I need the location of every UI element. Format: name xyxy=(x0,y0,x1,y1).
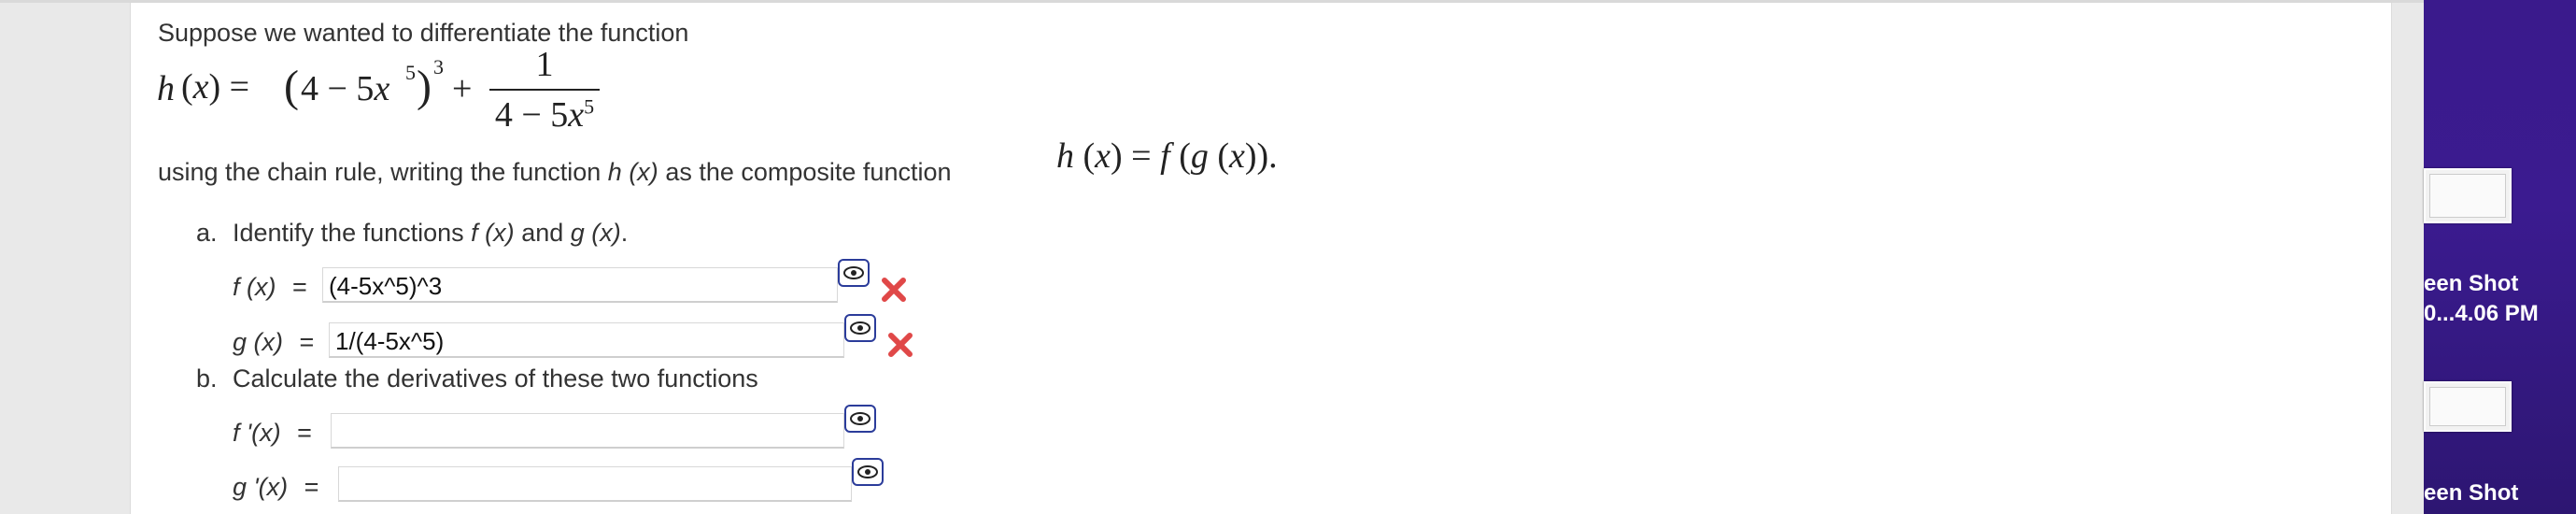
composite-formula: h (x) = f (g (x)). xyxy=(1056,136,1278,176)
part-a-marker: a. xyxy=(196,219,218,247)
desktop-sidebar: een Shot 0...4.06 PM een Shot xyxy=(2424,0,2576,514)
f-label: f (x) = xyxy=(233,273,307,301)
screenshot-thumbnail[interactable] xyxy=(2424,381,2512,432)
f-input[interactable]: (4-5x^5)^3 xyxy=(322,267,838,303)
thumbnail-label: 0...4.06 PM xyxy=(2424,301,2539,326)
incorrect-x-icon xyxy=(882,278,906,302)
part-b-prompt: Calculate the derivatives of these two f… xyxy=(233,364,758,393)
gprime-label: g '(x) = xyxy=(233,473,319,501)
thumbnail-label: een Shot xyxy=(2424,480,2519,506)
part-b-marker: b. xyxy=(196,364,218,393)
question-page: Suppose we wanted to differentiate the f… xyxy=(130,3,2392,514)
screenshot-thumbnail[interactable] xyxy=(2424,168,2512,223)
incorrect-x-icon xyxy=(888,333,913,357)
part-a-prompt: Identify the functions f (x) and g (x). xyxy=(233,219,629,247)
preview-eye-icon[interactable] xyxy=(852,458,884,486)
thumbnail-label: een Shot xyxy=(2424,271,2519,296)
gprime-input[interactable] xyxy=(338,466,852,502)
preview-eye-icon[interactable] xyxy=(844,314,876,342)
fprime-input[interactable] xyxy=(331,413,844,449)
g-input[interactable]: 1/(4-5x^5) xyxy=(329,322,844,358)
g-label: g (x) = xyxy=(233,328,315,356)
preview-eye-icon[interactable] xyxy=(844,405,876,433)
chain-rule-text: using the chain rule, writing the functi… xyxy=(158,158,952,186)
intro-text: Suppose we wanted to differentiate the f… xyxy=(158,19,689,47)
preview-eye-icon[interactable] xyxy=(838,259,870,287)
fprime-label: f '(x) = xyxy=(233,419,312,447)
